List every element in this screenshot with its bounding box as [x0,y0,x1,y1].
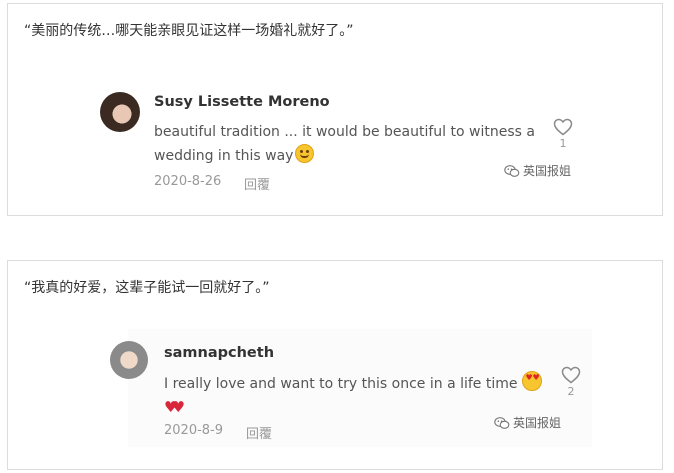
username[interactable]: Susy Lissette Moreno [154,94,330,110]
like-button[interactable]: 2 [560,366,582,398]
comment-date: 2020-8-9 [164,423,224,438]
comment-text-body: beautiful tradition ... it would be beau… [154,124,535,164]
like-count: 2 [567,385,575,398]
smile-emoji-icon [295,144,315,163]
comment-text-body: I really love and want to try this once … [164,376,518,392]
reply-button[interactable]: 回覆 [246,423,272,442]
smiling-face-with-hearts-emoji-icon [521,371,542,391]
translated-quote: “美丽的传统…哪天能亲眼见证这样一场婚礼就好了。” [24,23,354,39]
comment: Susy Lissette Moreno beautiful tradition… [100,86,580,196]
comment-text: I really love and want to try this once … [164,371,544,420]
wechat-icon [494,417,510,429]
translated-quote: “我真的好爱，这辈子能试一回就好了。” [24,280,270,296]
reply-button[interactable]: 回覆 [244,174,270,193]
watermark-text: 英国报姐 [513,416,562,430]
comment-text: beautiful tradition ... it would be beau… [154,120,544,168]
comment-card: “美丽的传统…哪天能亲眼见证这样一场婚礼就好了。” Susy Lissette … [7,3,663,216]
user-avatar[interactable] [100,92,140,132]
heart-outline-icon [553,118,573,136]
heart-outline-icon [561,366,581,384]
like-count: 1 [559,137,567,150]
two-hearts-emoji-icon: ♥♥ [164,398,185,416]
watermark-text: 英国报姐 [523,164,572,178]
like-button[interactable]: 1 [552,118,574,150]
username[interactable]: samnapcheth [164,345,274,361]
comment-card: “我真的好爱，这辈子能试一回就好了。” samnapcheth I really… [7,260,663,470]
watermark: 英国报姐 [494,414,561,431]
comment-date: 2020-8-26 [154,174,222,189]
watermark: 英国报姐 [504,162,571,179]
user-avatar[interactable] [110,341,148,379]
wechat-icon [504,165,520,177]
